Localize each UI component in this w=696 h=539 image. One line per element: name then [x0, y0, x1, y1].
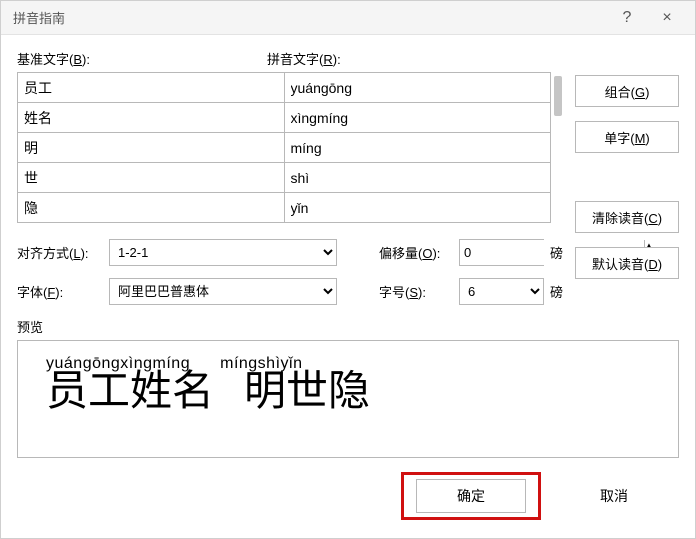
- ok-highlight: 确定: [401, 472, 541, 520]
- ruby-input[interactable]: [285, 164, 551, 192]
- table-row: [18, 193, 551, 223]
- ruby-input[interactable]: [285, 134, 551, 162]
- table-row: [18, 103, 551, 133]
- clear-ruby-button[interactable]: 清除读音(C): [575, 201, 679, 233]
- preview-base: 员工姓名: [46, 371, 214, 413]
- preview-label: 预览: [17, 320, 43, 335]
- ruby-input[interactable]: [285, 194, 551, 222]
- group-button[interactable]: 组合(G): [575, 75, 679, 107]
- pinyin-table: [17, 72, 551, 223]
- ruby-text-label: 拼音文字(R):: [267, 49, 563, 68]
- default-ruby-button[interactable]: 默认读音(D): [575, 247, 679, 279]
- base-input[interactable]: [18, 74, 284, 102]
- ok-button[interactable]: 确定: [416, 479, 526, 513]
- window-title: 拼音指南: [13, 8, 607, 27]
- offset-unit: 磅: [550, 243, 563, 262]
- offset-label: 偏移量(O):: [379, 243, 459, 262]
- font-select[interactable]: 阿里巴巴普惠体: [109, 278, 337, 305]
- base-input[interactable]: [18, 194, 284, 222]
- base-text-label: 基准文字(B):: [17, 49, 267, 68]
- size-select[interactable]: 6: [459, 278, 544, 305]
- cancel-button[interactable]: 取消: [559, 479, 669, 513]
- align-label: 对齐方式(L):: [17, 243, 109, 262]
- titlebar: 拼音指南 ? ×: [1, 1, 695, 35]
- size-label: 字号(S):: [379, 282, 459, 301]
- base-input[interactable]: [18, 164, 284, 192]
- base-input[interactable]: [18, 104, 284, 132]
- align-select[interactable]: 1-2-1: [109, 239, 337, 266]
- table-scrollbar[interactable]: [553, 72, 563, 223]
- ruby-input[interactable]: [285, 104, 551, 132]
- size-unit: 磅: [550, 282, 563, 301]
- offset-spinner[interactable]: ▲ ▼: [459, 239, 544, 266]
- single-button[interactable]: 单字(M): [575, 121, 679, 153]
- base-input[interactable]: [18, 134, 284, 162]
- scrollbar-thumb[interactable]: [554, 76, 562, 116]
- close-button[interactable]: ×: [647, 1, 687, 35]
- table-row: [18, 133, 551, 163]
- table-row: [18, 73, 551, 103]
- help-button[interactable]: ?: [607, 1, 647, 35]
- font-label: 字体(F):: [17, 282, 109, 301]
- preview-box: yuángōngxìngmíng míngshìyǐn 员工姓名 明世隐: [17, 340, 679, 458]
- ruby-input[interactable]: [285, 74, 551, 102]
- preview-base: 明世隐: [244, 371, 370, 413]
- table-row: [18, 163, 551, 193]
